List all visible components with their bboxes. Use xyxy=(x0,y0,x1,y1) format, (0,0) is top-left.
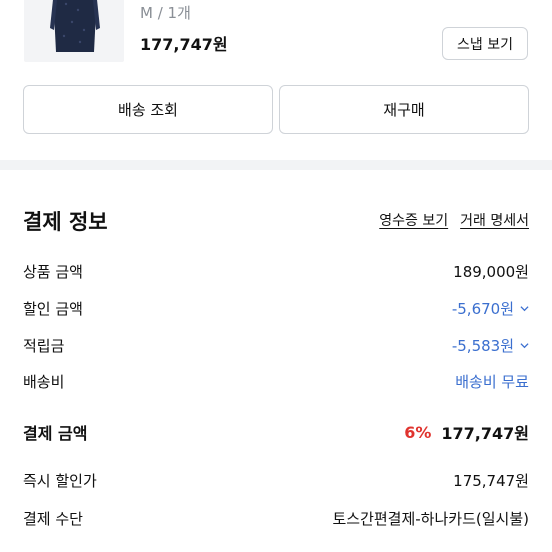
chevron-down-icon[interactable] xyxy=(520,304,529,313)
row-instant-discount-price: 즉시 할인가 175,747원 xyxy=(23,469,529,491)
row-label: 배송비 xyxy=(23,372,65,391)
row-value: 189,000원 xyxy=(453,262,529,281)
row-shipping-fee: 배송비 배송비 무료 xyxy=(23,370,529,392)
payment-info-title: 결제 정보 xyxy=(23,210,108,234)
total-value: 177,747원 xyxy=(441,424,529,443)
order-product: M / 1개 177,747원 스냅 보기 xyxy=(0,0,552,70)
receipt-link[interactable]: 영수증 보기 xyxy=(379,210,448,230)
total-value-wrap: 6% 177,747원 xyxy=(404,420,529,444)
row-value: -5,583원 xyxy=(451,336,514,355)
repurchase-button[interactable]: 재구매 xyxy=(279,85,529,134)
row-label: 적립금 xyxy=(23,336,65,355)
row-reward-points[interactable]: 적립금 -5,583원 xyxy=(23,334,529,356)
row-value: 토스간편결제-하나카드(일시불) xyxy=(332,509,529,528)
discount-percent: 6% xyxy=(404,422,432,442)
row-value-wrap[interactable]: -5,583원 xyxy=(452,335,529,356)
product-image xyxy=(50,0,100,52)
statement-link[interactable]: 거래 명세서 xyxy=(460,210,529,230)
row-payment-total: 결제 금액 6% 177,747원 xyxy=(23,420,529,444)
row-label: 즉시 할인가 xyxy=(23,471,97,490)
snap-view-button[interactable]: 스냅 보기 xyxy=(442,27,528,60)
chevron-down-icon[interactable] xyxy=(520,341,529,350)
row-value-wrap[interactable]: -5,670원 xyxy=(452,298,529,319)
row-label: 결제 수단 xyxy=(23,509,83,528)
row-label: 할인 금액 xyxy=(23,299,83,318)
row-value: 배송비 무료 xyxy=(455,372,529,391)
product-price: 177,747원 xyxy=(140,35,228,54)
row-value: 175,747원 xyxy=(453,471,529,490)
row-product-amount: 상품 금액 189,000원 xyxy=(23,260,529,282)
row-value: -5,670원 xyxy=(451,299,514,318)
row-label: 상품 금액 xyxy=(23,262,83,281)
product-thumbnail[interactable] xyxy=(24,0,124,62)
total-label: 결제 금액 xyxy=(23,424,88,443)
section-divider xyxy=(0,160,552,170)
delivery-lookup-button[interactable]: 배송 조회 xyxy=(23,85,273,134)
payment-links: 영수증 보기 거래 명세서 xyxy=(379,210,529,230)
row-discount-amount[interactable]: 할인 금액 -5,670원 xyxy=(23,297,529,319)
product-option: M / 1개 xyxy=(140,4,191,22)
row-payment-method: 결제 수단 토스간편결제-하나카드(일시불) xyxy=(23,507,529,529)
